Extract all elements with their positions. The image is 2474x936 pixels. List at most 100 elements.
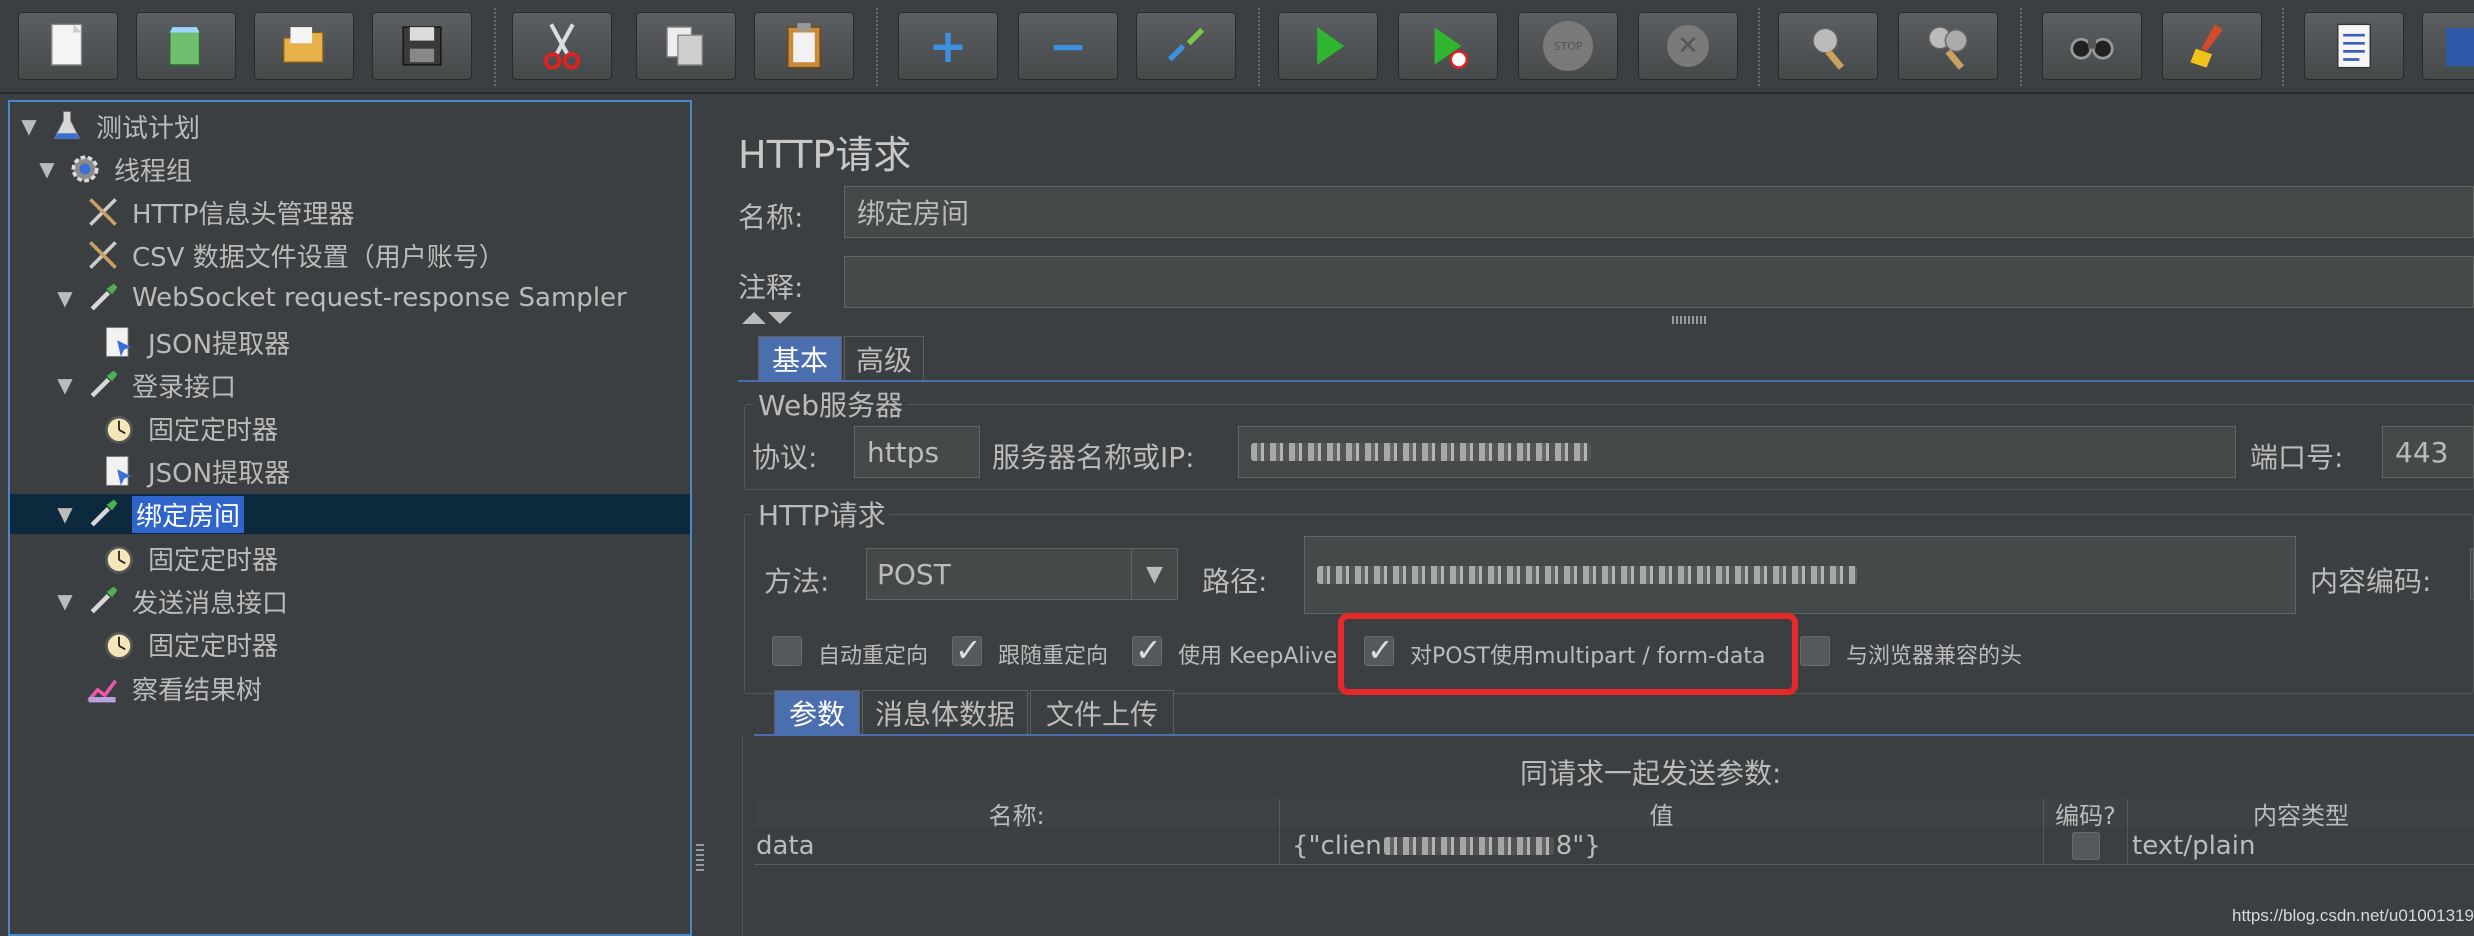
auto-redirect-label: 自动重定向 [818,644,929,669]
stop-icon: STOP [1543,21,1593,71]
web-server-title: Web服务器 [754,384,908,424]
param-value-cell[interactable]: {"clien 8"} [1280,828,2044,864]
name-value: 绑定房间 [857,197,970,230]
clear-all-button[interactable] [1898,12,1998,80]
expand-arrow-icon[interactable]: ▼ [18,114,40,138]
expand-arrow-icon[interactable]: ▼ [54,589,76,613]
timer-icon [100,539,138,577]
tree-item-send-message-api[interactable]: ▼ 发送消息接口 [54,581,288,621]
new-button[interactable] [18,12,118,80]
port-field[interactable]: 443 [2382,426,2474,478]
expand-arrow-icon[interactable]: ▼ [54,502,76,526]
tab-basic[interactable]: 基本 [758,336,842,380]
protocol-label: 协议: [752,441,818,474]
tree-item-test-plan[interactable]: ▼ 测试计划 [18,106,200,146]
watermark-text: https://blog.csdn.net/u010013191 [2232,906,2474,925]
save-button[interactable] [372,12,472,80]
tree-item-constant-timer[interactable]: 固定定时器 [100,624,278,664]
param-encode-cell[interactable] [2044,828,2128,864]
expand-button[interactable]: + [898,12,998,80]
stop-button[interactable]: STOP [1518,12,1618,80]
browser-headers-checkbox[interactable] [1800,636,1830,666]
pipette-icon [84,495,122,533]
params-caption: 同请求一起发送参数: [1520,757,1782,790]
tree-item-login-api[interactable]: ▼ 登录接口 [54,365,236,405]
copy-button[interactable] [636,12,736,80]
start-no-pauses-icon [1434,27,1469,69]
collapse-arrows-icon[interactable] [742,312,794,328]
method-select[interactable]: POST ▼ [866,548,1178,600]
expand-arrow-icon[interactable]: ▼ [54,373,76,397]
start-icon [1317,27,1345,65]
tab-body-data[interactable]: 消息体数据 [862,690,1028,734]
tab-file-upload[interactable]: 文件上传 [1030,690,1174,734]
tab-advanced[interactable]: 高级 [844,336,924,380]
comment-field[interactable] [844,256,2474,308]
function-helper-icon [2337,23,2371,69]
tree-item-http-header-manager[interactable]: HTTP信息头管理器 [84,192,355,232]
collapse-button[interactable]: − [1018,12,1118,80]
shutdown-button[interactable]: ✕ [1638,12,1738,80]
expand-arrow-icon[interactable]: ▼ [54,286,76,310]
toggle-icon [1167,27,1205,62]
start-no-pauses-button[interactable] [1398,12,1498,80]
tree-item-label: HTTP信息头管理器 [132,199,355,230]
encode-checkbox[interactable] [2071,832,2100,860]
pipette-icon [84,582,122,620]
param-name-cell[interactable]: data [756,828,1280,864]
comment-label: 注释: [738,271,804,304]
param-value-redacted [1383,837,1554,855]
toggle-button[interactable] [1136,12,1236,80]
protocol-field[interactable]: https [854,426,980,478]
tree-item-websocket-sampler[interactable]: ▼ WebSocket request-response Sampler [54,278,626,318]
follow-redirect-checkbox[interactable] [952,631,982,669]
templates-icon [169,27,201,66]
timer-icon [100,409,138,447]
resize-grip-icon[interactable] [1672,316,1706,324]
tree-item-constant-timer[interactable]: 固定定时器 [100,408,278,448]
reset-search-button[interactable] [2162,12,2262,80]
search-button[interactable] [2042,12,2142,80]
tree-item-label: 固定定时器 [148,415,279,446]
expand-arrow-icon[interactable]: ▼ [36,157,58,181]
tree-item-json-extractor[interactable]: JSON提取器 [100,451,290,491]
start-button[interactable] [1278,12,1378,80]
tree-item-thread-group[interactable]: ▼ 线程组 [36,149,192,189]
column-header-encode[interactable]: 编码? [2044,799,2128,830]
splitter-grip-icon[interactable] [696,844,704,874]
tree-item-constant-timer[interactable]: 固定定时器 [100,538,278,578]
function-helper-button[interactable] [2304,12,2404,80]
clear-button[interactable] [1778,12,1878,80]
subtab-underline [754,734,2474,736]
follow-redirect-label: 跟随重定向 [998,644,1109,669]
tree-item-csv-data-set[interactable]: CSV 数据文件设置（用户账号） [84,235,505,275]
tab-parameters[interactable]: 参数 [774,690,860,734]
gear-icon [66,150,104,188]
server-field[interactable] [1238,426,2236,478]
chevron-down-icon[interactable]: ▼ [1131,549,1177,599]
paste-button[interactable] [754,12,854,80]
panel-splitter[interactable] [694,100,706,936]
open-button[interactable] [254,12,354,80]
path-field[interactable] [1304,536,2296,614]
tree-item-bind-room[interactable]: ▼ 绑定房间 [54,494,245,534]
templates-button[interactable] [136,12,236,80]
param-content-type-cell[interactable]: text/plain [2128,828,2474,864]
tree-item-label: JSON提取器 [148,458,291,489]
column-header-content-type[interactable]: 内容类型 [2128,799,2474,830]
column-header-value[interactable]: 值 [1280,799,2044,830]
name-field[interactable]: 绑定房间 [844,186,2474,238]
tree-item-label: 测试计划 [96,113,201,144]
server-value-redacted [1251,443,1591,461]
keepalive-checkbox[interactable] [1132,631,1162,669]
new-icon [51,23,83,66]
tree-item-view-results-tree[interactable]: 察看结果树 [84,668,262,708]
tree-item-json-extractor[interactable]: JSON提取器 [100,322,290,362]
paste-icon [787,23,821,69]
column-header-name[interactable]: 名称: [754,799,1280,830]
encoding-field[interactable] [2470,548,2474,600]
browser-headers-label: 与浏览器兼容的头 [1846,644,2023,669]
cut-button[interactable] [512,12,612,80]
auto-redirect-checkbox[interactable] [772,636,802,666]
help-button[interactable] [2422,12,2474,80]
